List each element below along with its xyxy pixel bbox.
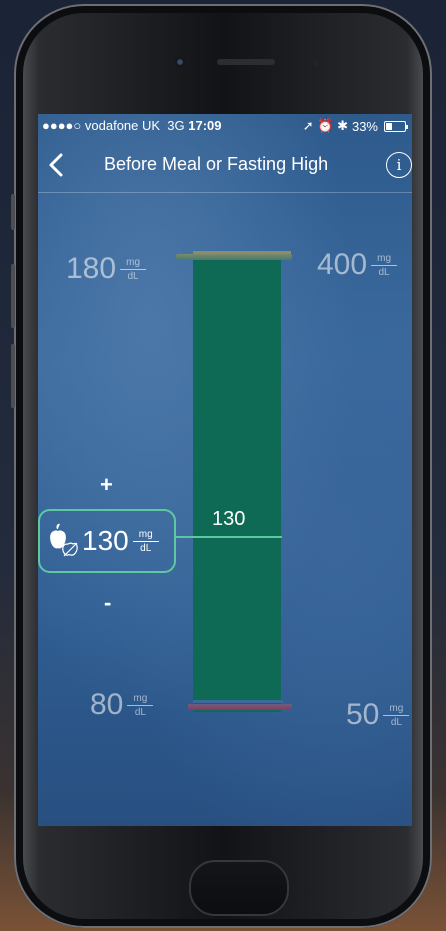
lower-limit-cap[interactable]	[188, 704, 292, 710]
unit-divider	[120, 268, 147, 270]
volume-down-button	[11, 344, 15, 408]
volume-up-button	[11, 264, 15, 328]
home-button[interactable]	[189, 860, 289, 916]
battery-icon	[384, 120, 408, 132]
app-screen: ●●●●○ vodafone UK 3G 17:09 ➚ ⏰ ✱ 33% Bef…	[38, 114, 412, 826]
current-value-number: 130	[82, 525, 129, 556]
carrier-name: vodafone UK	[84, 118, 161, 133]
unit-numerator: mg	[133, 692, 148, 704]
upper-right-value: 400 mg dL	[317, 248, 398, 282]
current-value-marker[interactable]	[176, 536, 282, 538]
unit-denominator: dL	[134, 706, 146, 718]
lower-right-value: 50 mg dL	[346, 698, 410, 732]
mute-switch	[11, 194, 15, 230]
back-button[interactable]	[48, 150, 72, 180]
info-button[interactable]: i	[386, 152, 412, 178]
unit-label: mg dL	[371, 252, 398, 278]
target-range-bar[interactable]	[193, 260, 281, 712]
lower-left-value: 80 mg dL	[90, 688, 154, 722]
signal-strength: ●●●●○	[42, 118, 82, 133]
unit-numerator: mg	[389, 702, 404, 714]
unit-denominator: dL	[127, 270, 139, 282]
proximity-sensor	[313, 60, 319, 66]
status-bar: ●●●●○ vodafone UK 3G 17:09 ➚ ⏰ ✱ 33%	[38, 114, 412, 136]
unit-denominator: dL	[390, 716, 402, 728]
status-indicators-icon: ➚ ⏰ ✱	[302, 118, 348, 133]
info-icon: i	[396, 156, 402, 174]
unit-denominator: dL	[140, 542, 152, 554]
upper-right-number: 400	[317, 248, 368, 281]
network-type: 3G	[167, 118, 185, 133]
apple-meal-icon	[50, 523, 78, 557]
front-camera	[174, 56, 186, 68]
status-time: 17:09	[188, 118, 222, 133]
unit-label: mg dL	[120, 256, 147, 282]
earpiece-speaker	[217, 59, 275, 65]
current-value-box[interactable]: 130 mg dL	[38, 509, 176, 573]
chevron-left-icon	[49, 153, 63, 177]
lower-right-number: 50	[346, 698, 380, 731]
decrease-button[interactable]: -	[104, 590, 111, 616]
increase-button[interactable]: +	[100, 472, 113, 498]
unit-label: mg dL	[383, 702, 410, 728]
upper-left-number: 180	[66, 252, 117, 285]
status-right: ➚ ⏰ ✱ 33%	[302, 118, 408, 134]
status-left: ●●●●○ vodafone UK 3G 17:09	[42, 118, 222, 133]
nav-bar: Before Meal or Fasting High i	[38, 140, 412, 193]
unit-denominator: dL	[378, 266, 390, 278]
page-title: Before Meal or Fasting High	[104, 154, 329, 174]
unit-divider	[127, 704, 154, 706]
unit-divider	[371, 264, 398, 266]
lower-limit-cap-edge	[193, 700, 283, 703]
marker-value-label: 130	[212, 508, 246, 530]
unit-numerator: mg	[126, 256, 141, 268]
lower-left-number: 80	[90, 688, 124, 721]
upper-left-value: 180 mg dL	[66, 252, 147, 286]
unit-divider	[132, 540, 159, 542]
unit-numerator: mg	[138, 528, 153, 540]
battery-percent: 33%	[351, 118, 378, 134]
unit-numerator: mg	[377, 252, 392, 264]
unit-label: mg dL	[132, 528, 159, 554]
unit-label: mg dL	[127, 692, 154, 718]
unit-divider	[383, 714, 410, 716]
